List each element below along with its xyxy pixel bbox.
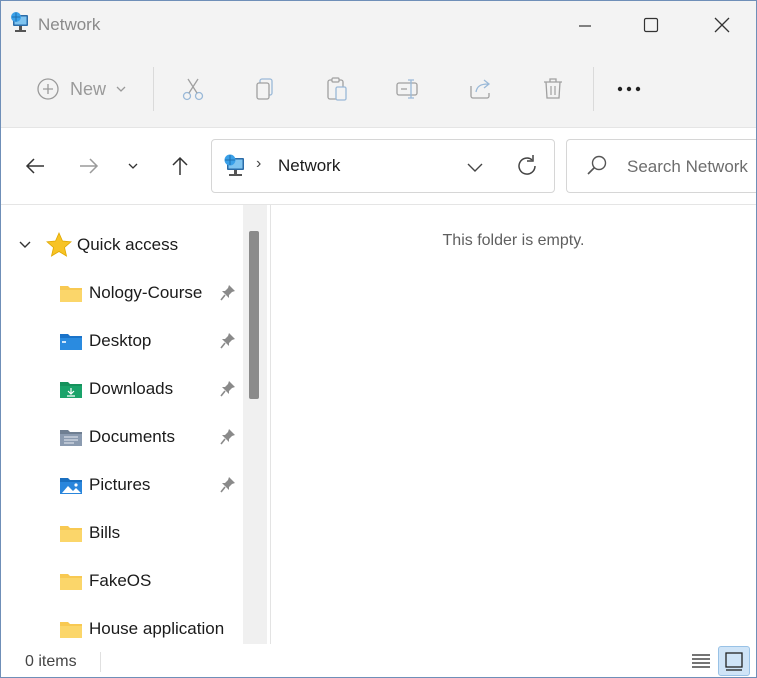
nav-item-label: House application <box>89 619 225 638</box>
cut-icon <box>182 78 204 101</box>
minimize-button[interactable] <box>562 7 608 43</box>
quick-access-label: Quick access <box>77 235 179 254</box>
minimize-icon <box>579 25 591 27</box>
separator <box>593 67 594 111</box>
maximize-button[interactable] <box>628 7 674 43</box>
file-explorer-window: Network New › Network Search Network Qui… <box>0 0 757 678</box>
chevron-down-icon[interactable] <box>11 231 39 259</box>
search-placeholder: Search Network <box>627 157 748 176</box>
scrollbar-thumb[interactable] <box>249 231 259 399</box>
nav-item-label: FakeOS <box>89 571 152 590</box>
folder-icon <box>60 286 82 302</box>
star-icon <box>46 232 72 257</box>
folder-icon <box>60 526 82 542</box>
nav-item-label: Desktop <box>89 331 152 350</box>
nav-item-bills[interactable]: Bills <box>59 513 244 553</box>
status-bar: 0 items <box>1 644 756 677</box>
nav-item-fakeos[interactable]: FakeOS <box>59 561 244 601</box>
window-title: Network <box>38 15 101 34</box>
details-view-button[interactable] <box>687 647 715 675</box>
pin-icon <box>220 477 235 493</box>
nav-item-label: Pictures <box>89 475 151 494</box>
item-count: 0 items <box>25 653 77 670</box>
pictures-folder-icon <box>60 478 82 494</box>
rename-button[interactable] <box>390 71 426 107</box>
copy-button[interactable] <box>247 71 283 107</box>
cut-button[interactable] <box>175 71 211 107</box>
tiles-view-icon <box>725 652 743 671</box>
pin-icon <box>220 429 235 445</box>
delete-button[interactable] <box>535 71 571 107</box>
pin-icon <box>220 333 235 349</box>
details-view-icon <box>692 654 710 668</box>
chevron-down-icon <box>116 86 126 92</box>
nav-item-downloads[interactable]: Downloads <box>59 369 244 409</box>
navigation-pane: Quick access Nology-Course Desktop Downl… <box>1 205 267 645</box>
pin-icon <box>220 285 235 301</box>
nav-item-pictures[interactable]: Pictures <box>59 465 244 505</box>
downloads-folder-icon <box>60 382 82 398</box>
nav-item-label: Bills <box>89 523 121 542</box>
breadcrumb-chevron-icon[interactable]: › <box>256 155 261 173</box>
address-bar[interactable]: › Network <box>211 139 555 193</box>
nav-item-label: Downloads <box>89 379 174 398</box>
nav-item-desktop[interactable]: Desktop <box>59 321 244 361</box>
large-icons-view-button[interactable] <box>718 646 750 676</box>
command-bar: New <box>1 51 756 127</box>
arrow-up-icon <box>172 156 188 175</box>
separator <box>153 67 154 111</box>
copy-icon <box>256 78 273 100</box>
chevron-down-icon[interactable] <box>464 156 486 178</box>
more-icon <box>617 86 641 92</box>
refresh-icon[interactable] <box>514 153 540 179</box>
close-button[interactable] <box>699 7 745 43</box>
plus-circle-icon <box>37 78 59 100</box>
arrow-left-icon <box>25 158 44 174</box>
nav-item-documents[interactable]: Documents <box>59 417 244 457</box>
nav-item-label: Nology-Course <box>89 283 203 302</box>
new-button[interactable]: New <box>27 71 137 107</box>
nav-item-label: Documents <box>89 427 175 446</box>
up-button[interactable] <box>162 148 198 184</box>
paste-button[interactable] <box>319 71 355 107</box>
see-more-button[interactable] <box>611 71 647 107</box>
separator <box>100 652 101 672</box>
folder-icon <box>60 622 82 638</box>
body-area: Quick access Nology-Course Desktop Downl… <box>1 204 756 645</box>
share-button[interactable] <box>463 71 499 107</box>
paste-icon <box>327 77 347 101</box>
chevron-down-icon <box>128 163 138 169</box>
search-box[interactable]: Search Network <box>566 139 756 193</box>
recent-locations-button[interactable] <box>115 148 151 184</box>
share-icon <box>470 79 491 99</box>
title-bar[interactable]: Network <box>1 1 756 47</box>
documents-folder-icon <box>60 430 82 446</box>
network-icon <box>224 154 244 176</box>
desktop-folder-icon <box>60 334 82 350</box>
nav-item-nology-course[interactable]: Nology-Course <box>59 273 244 313</box>
search-icon <box>587 155 607 175</box>
forward-button[interactable] <box>71 148 107 184</box>
nav-item-house-application[interactable]: House application <box>59 609 244 649</box>
header-region: Network New <box>1 1 756 127</box>
pin-icon <box>220 381 235 397</box>
file-list-area[interactable]: This folder is empty. <box>271 205 756 645</box>
address-row: › Network Search Network <box>1 127 756 205</box>
breadcrumb-network[interactable]: Network <box>278 156 340 176</box>
back-button[interactable] <box>17 148 53 184</box>
rename-icon <box>396 79 418 99</box>
maximize-icon <box>643 17 659 33</box>
folder-icon <box>60 574 82 590</box>
empty-folder-message: This folder is empty. <box>442 232 585 249</box>
close-icon <box>714 17 730 33</box>
arrow-right-icon <box>80 158 99 174</box>
network-icon <box>11 12 28 32</box>
delete-icon <box>544 78 562 99</box>
quick-access-item[interactable]: Quick access <box>11 225 231 265</box>
nav-pane-scrollbar[interactable] <box>243 205 267 645</box>
new-label: New <box>69 78 106 99</box>
